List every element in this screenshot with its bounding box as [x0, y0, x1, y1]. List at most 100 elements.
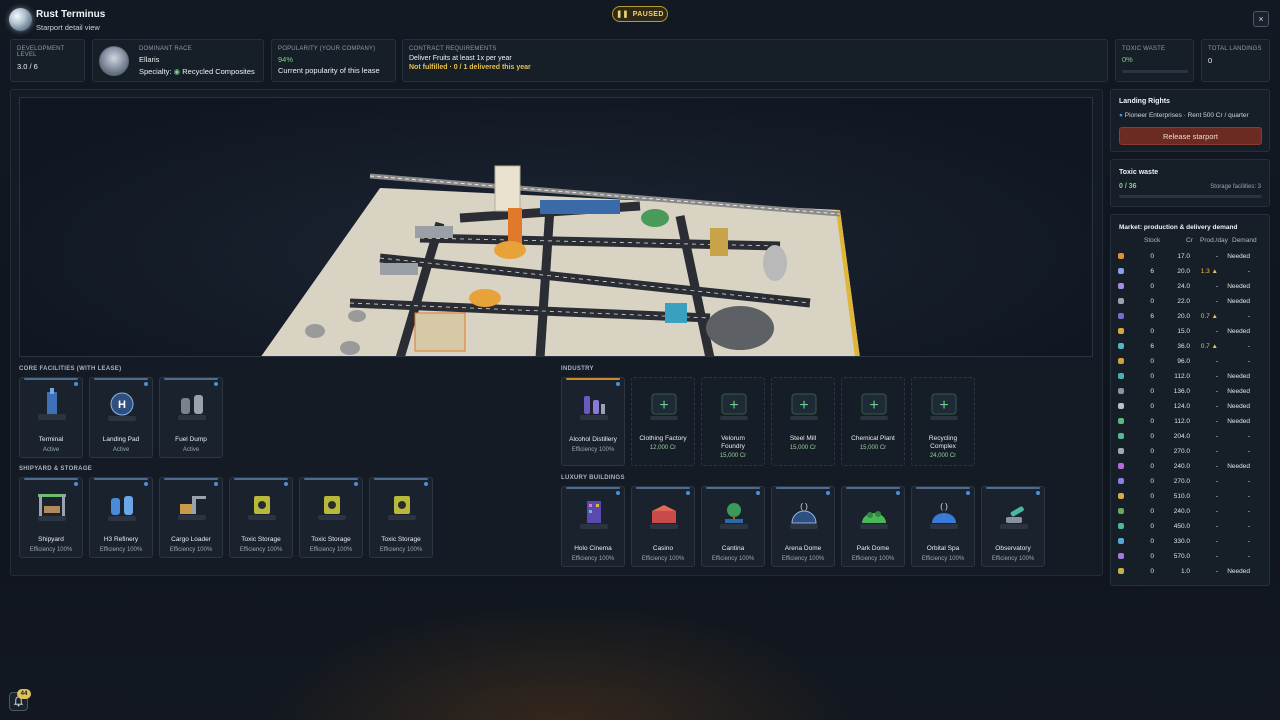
build-card-chemical-plant[interactable]: + Chemical Plant 15,000 Cr — [841, 377, 905, 466]
facility-card-cargo-loader[interactable]: Cargo Loader Efficiency 100% — [159, 477, 223, 558]
market-prod: 0.7 ▲ — [1200, 313, 1218, 320]
card-status: Active — [42, 447, 60, 453]
status-dot — [424, 482, 428, 486]
market-demand: - — [1247, 538, 1250, 545]
market-stock: 0 — [1150, 448, 1154, 455]
release-starport-button[interactable]: Release starport — [1119, 127, 1262, 145]
build-card-velorum-foundry[interactable]: + Velorum Foundry 15,000 Cr — [701, 377, 765, 466]
refinery-icon — [108, 496, 136, 521]
market-row: 0 1.0 - Needed — [1114, 564, 1260, 579]
industry-card-alcohol-distillery[interactable]: Alcohol Distillery Efficiency 100% — [561, 377, 625, 466]
facility-card-fuel-dump[interactable]: Fuel Dump Active — [159, 377, 223, 458]
svg-text:H: H — [118, 399, 126, 411]
toxic-waste-progress — [1119, 195, 1262, 198]
market-demand: - — [1247, 523, 1250, 530]
toxic-waste-panel-title: Toxic waste — [1119, 169, 1159, 176]
status-dot — [826, 491, 830, 495]
status-dot — [966, 491, 970, 495]
paused-button[interactable]: ❚❚ PAUSED — [612, 6, 668, 22]
card-name: Recycling Complex — [928, 435, 958, 450]
landing-rights-text: ● Pioneer Enterprises · Rent 500 Cr / qu… — [1119, 112, 1249, 119]
facility-card-shipyard[interactable]: Shipyard Efficiency 100% — [19, 477, 83, 558]
starport-map — [261, 165, 860, 356]
card-status: Efficiency 100% — [379, 547, 423, 553]
facility-card-terminal[interactable]: Terminal Active — [19, 377, 83, 458]
facility-card-toxic-storage[interactable]: Toxic Storage Efficiency 100% — [369, 477, 433, 558]
luxury-card-orbital-spa[interactable]: ( ) Orbital Spa Efficiency 100% — [911, 486, 975, 567]
market-header-prod: Prod./day — [1200, 237, 1228, 244]
market-title: Market: production & delivery demand — [1119, 224, 1238, 231]
plus-icon: + — [790, 393, 818, 420]
toxic-barrel-icon — [248, 496, 276, 520]
market-stock: 0 — [1150, 418, 1154, 425]
luxury-card-arena-dome[interactable]: ( ) Arena Dome Efficiency 100% — [771, 486, 835, 567]
luxury-card-cantina[interactable]: Cantina Efficiency 100% — [701, 486, 765, 567]
luxury-title: LUXURY BUILDINGS — [561, 475, 625, 481]
svg-text:+: + — [869, 397, 878, 414]
card-name: Alcohol Distillery — [569, 436, 617, 443]
card-name: Orbital Spa — [926, 545, 960, 552]
market-price: 15.0 — [1177, 328, 1190, 335]
card-name: Holo Cinema — [574, 545, 612, 552]
market-price: 96.0 — [1177, 358, 1190, 365]
status-dot — [354, 482, 358, 486]
market-demand: - — [1247, 343, 1250, 350]
card-accent — [916, 487, 970, 489]
build-card-recycling-complex[interactable]: + Recycling Complex 24,000 Cr — [911, 377, 975, 466]
cargo-loader-icon — [178, 496, 206, 520]
build-card-steel-mill[interactable]: + Steel Mill 15,000 Cr — [771, 377, 835, 466]
luxury-card-park-dome[interactable]: Park Dome Efficiency 100% — [841, 486, 905, 567]
cantina-icon — [720, 503, 748, 529]
card-name: Cantina — [721, 545, 745, 552]
starport-3d-view[interactable] — [19, 97, 1093, 357]
market-price: 24.0 — [1177, 283, 1190, 290]
top-bar: Rust Terminus Starport detail view ❚❚ PA… — [0, 0, 1280, 40]
notification-count-badge: 44 — [17, 689, 31, 699]
shipyard-storage-title: SHIPYARD & STORAGE — [19, 466, 93, 472]
commodity-icon — [1118, 253, 1124, 259]
market-price: 240.0 — [1173, 508, 1190, 515]
market-demand: - — [1247, 268, 1250, 275]
commodity-icon — [1118, 358, 1124, 364]
luxury-card-casino[interactable]: Casino Efficiency 100% — [631, 486, 695, 567]
market-demand: - — [1247, 448, 1250, 455]
card-name: Observatory — [995, 545, 1031, 552]
card-name: Toxic Storage — [241, 536, 281, 543]
svg-text:+: + — [729, 397, 738, 414]
status-dot — [284, 482, 288, 486]
development-value: 3.0 / 6 — [17, 62, 38, 71]
commodity-icon — [1118, 508, 1124, 514]
race-specialty: Specialty: ◉ Recycled Composites — [139, 67, 257, 76]
card-price: 24,000 Cr — [929, 453, 957, 459]
card-name: Steel Mill — [789, 435, 817, 442]
luxury-card-observatory[interactable]: Observatory Efficiency 100% — [981, 486, 1045, 567]
race-card: DOMINANT RACE Ellaris Specialty: ◉ Recyc… — [92, 39, 264, 82]
build-card-clothing-factory[interactable]: + Clothing Factory 12,000 Cr — [631, 377, 695, 466]
plus-icon: + — [720, 393, 748, 420]
facility-card-toxic-storage[interactable]: Toxic Storage Efficiency 100% — [299, 477, 363, 558]
market-demand: Needed — [1227, 388, 1250, 395]
contract-label: CONTRACT REQUIREMENTS — [409, 46, 497, 52]
market-price: 270.0 — [1173, 478, 1190, 485]
market-prod: - — [1215, 298, 1218, 305]
facility-card-landing-pad[interactable]: H Landing Pad Active — [89, 377, 153, 458]
popularity-note: Current popularity of this lease — [278, 66, 380, 75]
card-accent — [636, 487, 690, 489]
paused-label: PAUSED — [632, 10, 664, 18]
park-dome-icon — [860, 511, 888, 529]
card-status: Efficiency 100% — [851, 556, 895, 562]
facility-card-toxic-storage[interactable]: Toxic Storage Efficiency 100% — [229, 477, 293, 558]
card-accent — [304, 478, 358, 480]
facility-card-h3-refinery[interactable]: H3 Refinery Efficiency 100% — [89, 477, 153, 558]
luxury-card-holo-cinema[interactable]: Holo Cinema Efficiency 100% — [561, 486, 625, 567]
status-dot — [616, 382, 620, 386]
commodity-icon — [1118, 418, 1124, 424]
market-prod: - — [1215, 433, 1218, 440]
market-stock: 0 — [1150, 478, 1154, 485]
toxic-barrel-icon — [388, 496, 416, 520]
market-stock: 6 — [1150, 313, 1154, 320]
close-button[interactable]: × — [1253, 11, 1269, 27]
market-row: 0 510.0 - - — [1114, 489, 1260, 504]
commodity-icon — [1118, 268, 1124, 274]
commodity-icon — [1118, 463, 1124, 469]
